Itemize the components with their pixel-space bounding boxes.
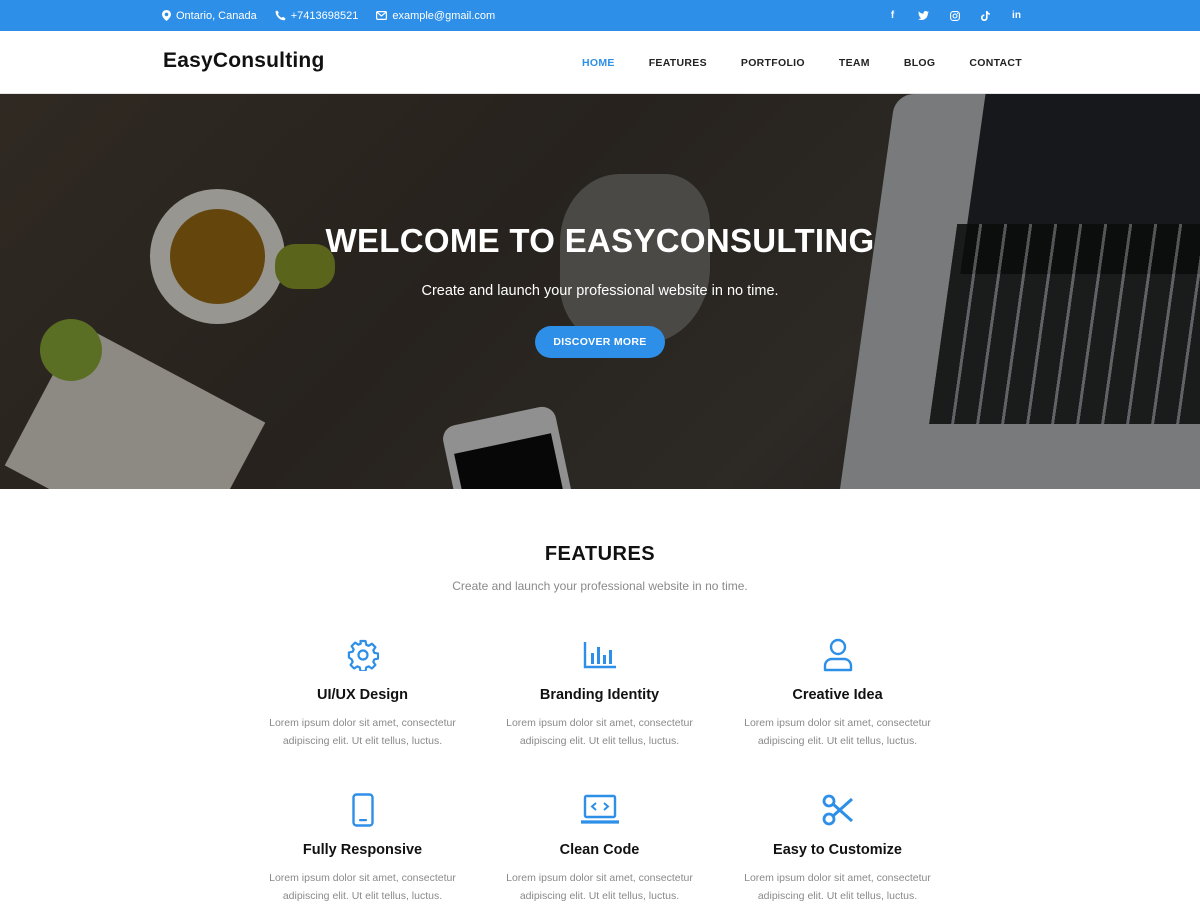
- gear-icon: [244, 637, 481, 673]
- main-nav: HOME FEATURES PORTFOLIO TEAM BLOG CONTAC…: [548, 31, 1022, 94]
- location-text: Ontario, Canada: [176, 9, 257, 22]
- top-bar: Ontario, Canada +7413698521 example@gmai…: [0, 0, 1200, 31]
- feature-card-uiux: UI/UX Design Lorem ipsum dolor sit amet,…: [244, 637, 481, 750]
- features-title: FEATURES: [544, 543, 656, 565]
- user-icon: [719, 637, 956, 673]
- envelope-icon: [376, 11, 388, 20]
- hero-content: WELCOME TO EASYCONSULTING Create and lau…: [0, 94, 1200, 489]
- feature-desc: Lorem ipsum dolor sit amet, consectetur a…: [269, 717, 456, 747]
- discover-more-button[interactable]: DISCOVER MORE: [535, 326, 665, 358]
- map-pin-icon: [162, 10, 171, 21]
- email-text[interactable]: example@gmail.com: [392, 10, 495, 22]
- facebook-icon[interactable]: f: [877, 10, 908, 21]
- feature-card-customize: Easy to Customize Lorem ipsum dolor sit …: [719, 792, 956, 905]
- code-laptop-icon: [481, 792, 718, 828]
- feature-card-creative: Creative Idea Lorem ipsum dolor sit amet…: [719, 637, 956, 750]
- social-links: f in: [877, 0, 1032, 31]
- contact-info: Ontario, Canada +7413698521 example@gmai…: [162, 0, 513, 31]
- bar-chart-icon: [481, 637, 718, 673]
- site-logo[interactable]: EasyConsulting: [163, 49, 325, 73]
- email-item[interactable]: example@gmail.com: [376, 10, 495, 22]
- nav-contact[interactable]: CONTACT: [969, 57, 1022, 69]
- mobile-icon: [244, 792, 481, 828]
- phone-text[interactable]: +7413698521: [291, 10, 359, 22]
- feature-card-clean-code: Clean Code Lorem ipsum dolor sit amet, c…: [481, 792, 718, 905]
- nav-features[interactable]: FEATURES: [649, 57, 707, 69]
- feature-title: Branding Identity: [539, 687, 660, 703]
- feature-title: Clean Code: [559, 842, 640, 858]
- feature-title: Easy to Customize: [773, 842, 902, 858]
- feature-desc: Lorem ipsum dolor sit amet, consectetur a…: [506, 717, 693, 747]
- phone-icon: [275, 10, 286, 21]
- scissors-icon: [719, 792, 956, 828]
- feature-title: UI/UX Design: [316, 687, 409, 703]
- features-subtitle: Create and launch your professional webs…: [452, 579, 748, 593]
- phone-item[interactable]: +7413698521: [275, 10, 359, 22]
- location-item: Ontario, Canada: [162, 10, 257, 22]
- nav-portfolio[interactable]: PORTFOLIO: [741, 57, 805, 69]
- hero-title: WELCOME TO EASYCONSULTING: [325, 222, 875, 259]
- feature-card-responsive: Fully Responsive Lorem ipsum dolor sit a…: [244, 792, 481, 905]
- nav-home[interactable]: HOME: [582, 57, 615, 69]
- linkedin-icon[interactable]: in: [1001, 10, 1032, 21]
- nav-team[interactable]: TEAM: [839, 57, 870, 69]
- feature-desc: Lorem ipsum dolor sit amet, consectetur a…: [744, 717, 931, 747]
- twitter-icon[interactable]: [908, 11, 939, 20]
- tiktok-icon[interactable]: [970, 10, 1001, 21]
- feature-card-branding: Branding Identity Lorem ipsum dolor sit …: [481, 637, 718, 750]
- instagram-icon[interactable]: [939, 10, 970, 21]
- feature-title: Creative Idea: [792, 687, 883, 703]
- hero-subtitle: Create and launch your professional webs…: [421, 283, 779, 299]
- site-header: EasyConsulting HOME FEATURES PORTFOLIO T…: [0, 31, 1200, 94]
- nav-blog[interactable]: BLOG: [904, 57, 936, 69]
- feature-title: Fully Responsive: [302, 842, 423, 858]
